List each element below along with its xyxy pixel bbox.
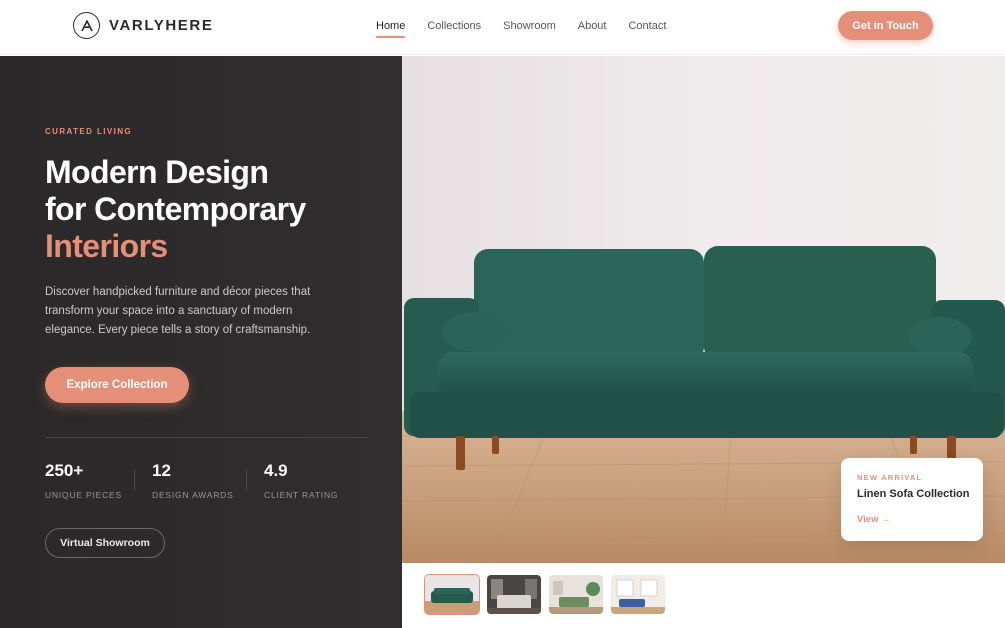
hero-title-accent: Interiors xyxy=(45,228,168,264)
stat-label: UNIQUE PIECES xyxy=(45,490,122,500)
hero-panel: CURATED LIVING Modern Design for Contemp… xyxy=(0,56,402,628)
hero-description: Discover handpicked furniture and décor … xyxy=(45,286,311,336)
thumbnail-strip xyxy=(402,563,1005,628)
site-header: VARLYHERE Home Collections Showroom Abou… xyxy=(0,0,1005,55)
stat-separator xyxy=(134,469,135,491)
nav-about[interactable]: About xyxy=(578,20,607,38)
stat-design-awards: 12 DESIGN AWARDS xyxy=(152,461,234,500)
get-in-touch-button[interactable]: Get in Touch xyxy=(838,11,933,40)
virtual-showroom-button[interactable]: Virtual Showroom xyxy=(45,528,165,558)
a-monogram-icon xyxy=(73,12,100,39)
hero-title-line-2: for Contemporary xyxy=(45,191,306,227)
stat-value: 250+ xyxy=(45,461,84,480)
bright-room-thumbnail[interactable] xyxy=(611,575,665,614)
living-room-thumbnail[interactable] xyxy=(549,575,603,614)
green-sofa-thumbnail[interactable] xyxy=(424,574,480,615)
nav-home[interactable]: Home xyxy=(376,20,406,38)
card-title: Linen Sofa Collection xyxy=(857,488,970,500)
card-eyebrow: NEW ARRIVAL xyxy=(857,473,923,482)
stat-value: 12 xyxy=(152,461,171,480)
explore-collection-button[interactable]: Explore Collection xyxy=(45,367,189,403)
stat-separator xyxy=(246,469,247,491)
hero-title: Modern Design for Contemporary Interiors xyxy=(45,154,306,265)
hero-eyebrow: CURATED LIVING xyxy=(45,127,133,136)
brand-logo[interactable]: VARLYHERE xyxy=(73,12,213,39)
stat-unique-pieces: 250+ UNIQUE PIECES xyxy=(45,461,122,500)
bedroom-thumbnail[interactable] xyxy=(487,575,541,614)
brand-name: VARLYHERE xyxy=(109,17,214,34)
new-arrival-card[interactable]: NEW ARRIVAL Linen Sofa Collection View → xyxy=(841,458,983,541)
nav-showroom[interactable]: Showroom xyxy=(503,20,556,38)
view-link[interactable]: View → xyxy=(857,514,891,525)
main-nav: Home Collections Showroom About Contact xyxy=(376,20,688,38)
stat-label: CLIENT RATING xyxy=(264,490,339,500)
stats-divider xyxy=(45,437,368,438)
nav-contact[interactable]: Contact xyxy=(628,20,666,38)
stat-label: DESIGN AWARDS xyxy=(152,490,234,500)
hero-title-line-1: Modern Design xyxy=(45,154,269,190)
stat-value: 4.9 xyxy=(264,461,288,480)
nav-collections[interactable]: Collections xyxy=(427,20,481,38)
stat-client-rating: 4.9 CLIENT RATING xyxy=(264,461,338,500)
